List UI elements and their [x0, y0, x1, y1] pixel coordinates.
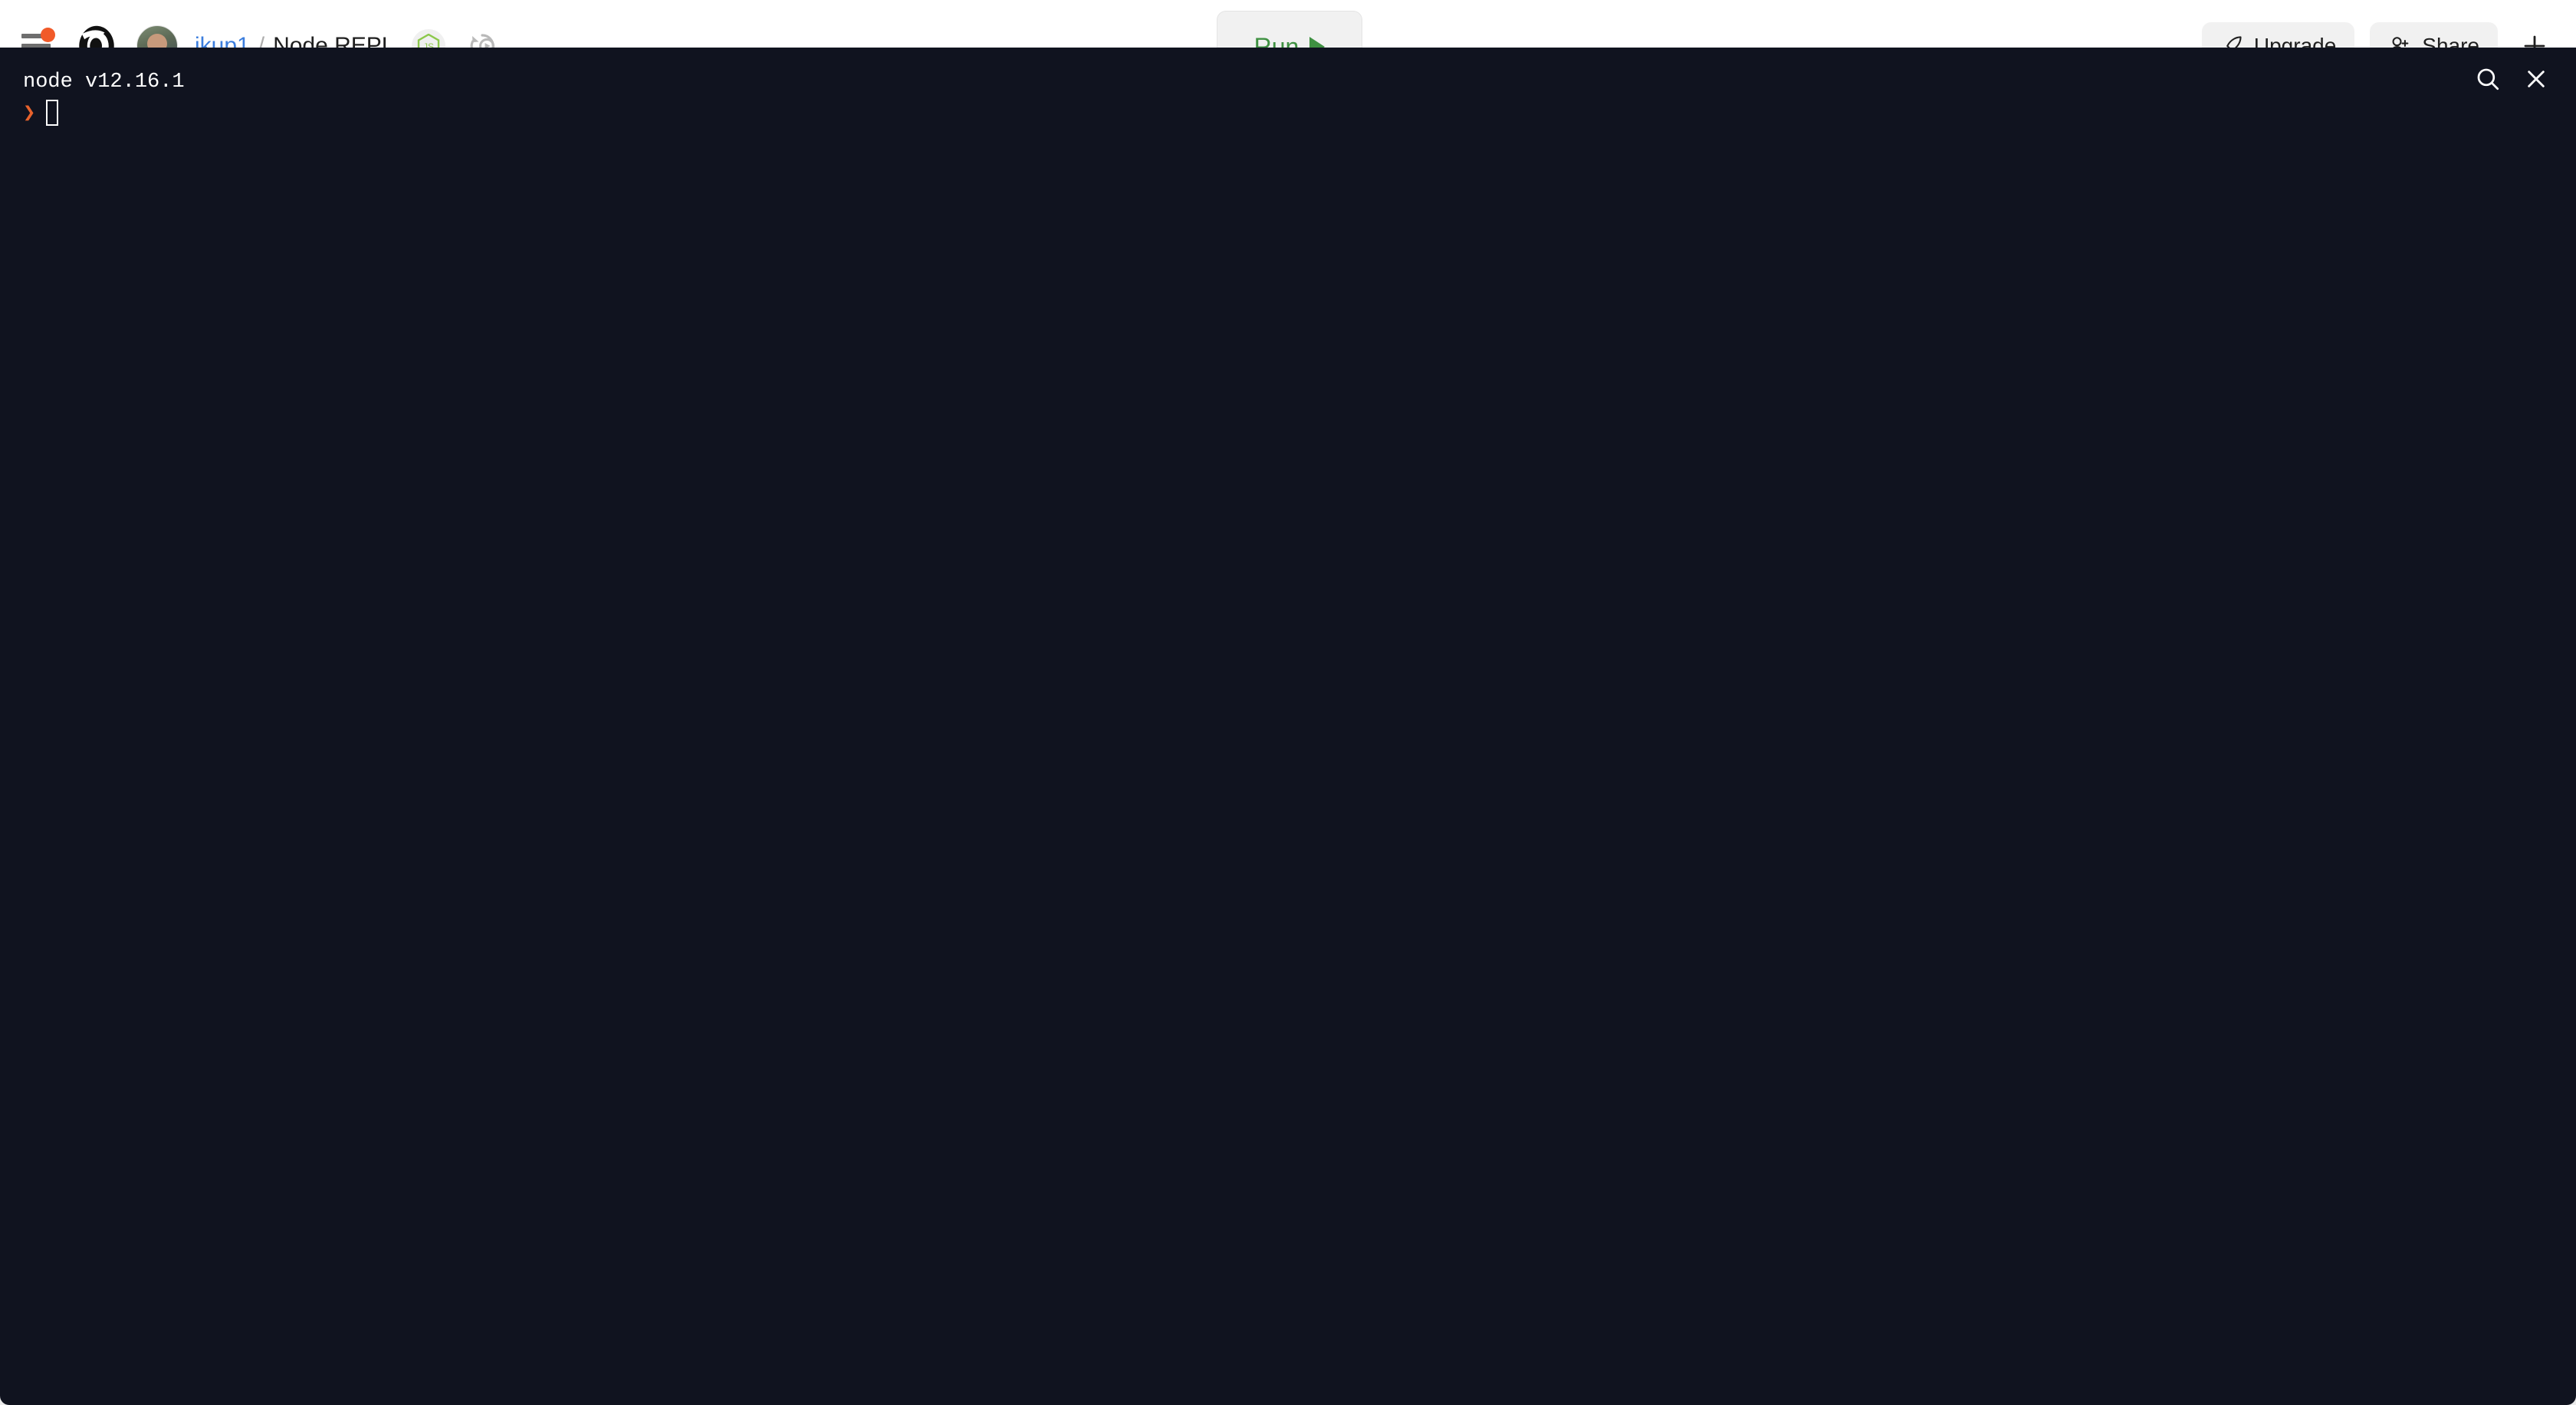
block-cursor: [46, 100, 59, 127]
prompt-symbol: ❯: [23, 102, 36, 126]
console-output-line: node v12.16.1: [23, 71, 185, 94]
console-panel: Console Shell node v12.16.1 ❯: [0, 0, 2576, 1405]
console-prompt: ❯: [23, 100, 2553, 127]
console-output[interactable]: node v12.16.1 ❯: [0, 48, 2576, 1405]
notification-dot: [41, 28, 55, 42]
